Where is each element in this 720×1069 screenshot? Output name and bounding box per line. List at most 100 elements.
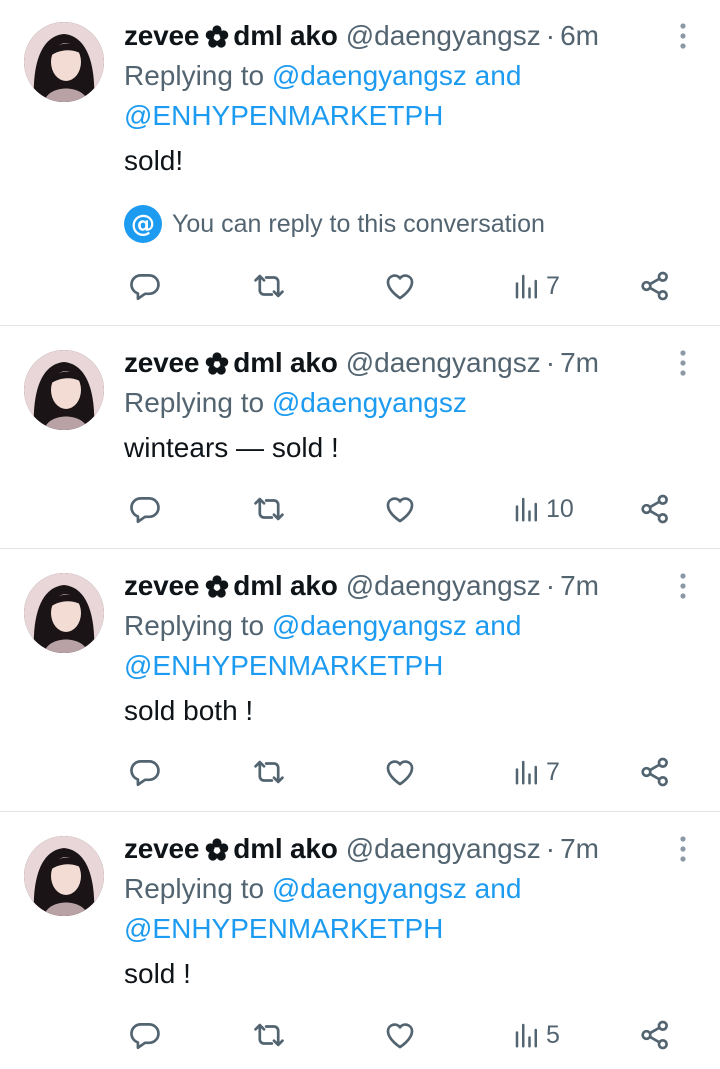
flower-icon (205, 837, 229, 861)
at-sign-icon: @ (124, 205, 162, 243)
display-name-suffix[interactable]: dml ako (233, 833, 338, 865)
view-count: 7 (546, 757, 560, 786)
display-name[interactable]: zevee (124, 833, 199, 865)
display-name-suffix[interactable]: dml ako (233, 347, 338, 379)
avatar[interactable] (24, 22, 104, 102)
mention-link[interactable]: @ENHYPENMARKETPH (124, 650, 443, 681)
tweet-1[interactable]: zevee dml ako @daengyangsz · 6m Replying… (0, 0, 720, 326)
separator-dot: · (545, 20, 556, 51)
action-bar: 10 (0, 489, 720, 529)
views-chart-icon (515, 497, 537, 522)
mention-conjunction[interactable]: and (475, 873, 522, 904)
tweet-header: zevee dml ako @daengyangsz · 7m (124, 566, 690, 606)
more-vertical-icon[interactable] (671, 347, 695, 379)
views-chart-icon (515, 1023, 537, 1048)
more-vertical-icon[interactable] (671, 20, 695, 52)
heart-icon[interactable] (383, 489, 417, 529)
share-icon[interactable] (638, 266, 672, 306)
avatar-photo (24, 836, 104, 916)
reply-icon[interactable] (128, 1015, 162, 1055)
tweet-text: wintears — sold ! (124, 432, 339, 463)
avatar[interactable] (24, 350, 104, 430)
retweet-icon[interactable] (252, 489, 286, 529)
avatar-photo (24, 350, 104, 430)
display-name[interactable]: zevee (124, 570, 199, 602)
user-handle[interactable]: @daengyangsz (346, 20, 541, 52)
notice-text: You can reply to this conversation (172, 209, 545, 238)
separator-dot: · (545, 833, 556, 864)
tweet-2[interactable]: zevee dml ako @daengyangsz · 7m Replying… (0, 326, 720, 549)
mention-link[interactable]: @daengyangsz (272, 610, 467, 641)
user-handle[interactable]: @daengyangsz (346, 833, 541, 865)
replying-to: Replying to @daengyangsz and @ENHYPENMAR… (124, 56, 690, 136)
separator-dot: · (545, 347, 556, 378)
timestamp[interactable]: 6m (560, 20, 599, 52)
mention-link[interactable]: @daengyangsz (272, 873, 467, 904)
retweet-icon[interactable] (252, 1015, 286, 1055)
avatar[interactable] (24, 836, 104, 916)
flower-icon (205, 351, 229, 375)
reply-icon[interactable] (128, 752, 162, 792)
views-chart-icon (515, 274, 537, 299)
share-icon[interactable] (638, 489, 672, 529)
retweet-icon[interactable] (252, 266, 286, 306)
tweet-header: zevee dml ako @daengyangsz · 6m (124, 16, 690, 56)
display-name-suffix[interactable]: dml ako (233, 570, 338, 602)
heart-icon[interactable] (383, 266, 417, 306)
views-button[interactable]: 7 (512, 752, 560, 792)
view-count: 10 (546, 494, 574, 523)
tweet-3[interactable]: zevee dml ako @daengyangsz · 7m Replying… (0, 549, 720, 812)
action-bar: 7 (0, 752, 720, 792)
tweet-header: zevee dml ako @daengyangsz · 7m (124, 829, 690, 869)
separator-dot: · (545, 570, 556, 601)
avatar[interactable] (24, 573, 104, 653)
user-handle[interactable]: @daengyangsz (346, 347, 541, 379)
more-vertical-icon[interactable] (671, 833, 695, 865)
flower-icon (205, 574, 229, 598)
replying-to: Replying to @daengyangsz and @ENHYPENMAR… (124, 869, 690, 949)
tweet-header: zevee dml ako @daengyangsz · 7m (124, 343, 690, 383)
views-button[interactable]: 5 (512, 1015, 560, 1055)
timestamp[interactable]: 7m (560, 570, 599, 602)
heart-icon[interactable] (383, 752, 417, 792)
replying-to-label: Replying to (124, 610, 265, 641)
heart-icon[interactable] (383, 1015, 417, 1055)
timestamp[interactable]: 7m (560, 833, 599, 865)
tweet-text: sold! (124, 145, 184, 176)
flower-icon (205, 24, 229, 48)
replying-to-label: Replying to (124, 873, 265, 904)
mention-conjunction[interactable]: and (475, 60, 522, 91)
views-button[interactable]: 7 (512, 266, 560, 306)
display-name[interactable]: zevee (124, 347, 199, 379)
mention-link[interactable]: @ENHYPENMARKETPH (124, 913, 443, 944)
replying-to-label: Replying to (124, 60, 265, 91)
views-chart-icon (515, 760, 537, 785)
mention-link[interactable]: @daengyangsz (272, 387, 467, 418)
display-name-suffix[interactable]: dml ako (233, 20, 338, 52)
tweet-text: sold both ! (124, 695, 254, 726)
mention-conjunction[interactable]: and (475, 610, 522, 641)
mention-link[interactable]: @daengyangsz (272, 60, 467, 91)
display-name[interactable]: zevee (124, 20, 199, 52)
avatar-photo (24, 22, 104, 102)
retweet-icon[interactable] (252, 752, 286, 792)
views-button[interactable]: 10 (512, 489, 574, 529)
replying-to-label: Replying to (124, 387, 265, 418)
share-icon[interactable] (638, 752, 672, 792)
action-bar: 7 (0, 266, 720, 306)
reply-permission-notice: @ You can reply to this conversation (124, 202, 690, 246)
view-count: 7 (546, 271, 560, 300)
tweet-text: sold ! (124, 958, 191, 989)
action-bar: 5 (0, 1015, 720, 1055)
mention-link[interactable]: @ENHYPENMARKETPH (124, 100, 443, 131)
tweet-4[interactable]: zevee dml ako @daengyangsz · 7m Replying… (0, 812, 720, 1069)
more-vertical-icon[interactable] (671, 570, 695, 602)
view-count: 5 (546, 1020, 560, 1049)
avatar-photo (24, 573, 104, 653)
share-icon[interactable] (638, 1015, 672, 1055)
timestamp[interactable]: 7m (560, 347, 599, 379)
reply-icon[interactable] (128, 266, 162, 306)
replying-to: Replying to @daengyangsz and @ENHYPENMAR… (124, 606, 690, 686)
user-handle[interactable]: @daengyangsz (346, 570, 541, 602)
reply-icon[interactable] (128, 489, 162, 529)
